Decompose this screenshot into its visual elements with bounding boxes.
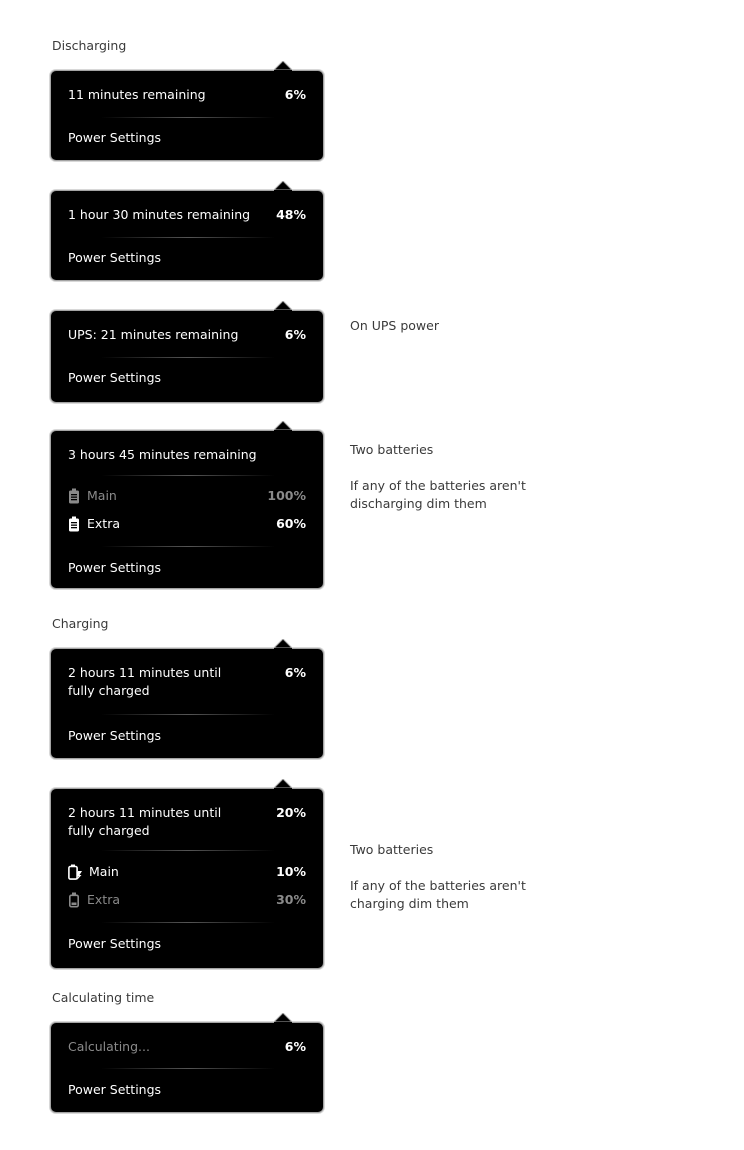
note-two-batteries-discharging: Two batteries If any of the batteries ar… [350,441,550,531]
battery-percent: 48% [276,207,306,222]
separator [101,922,275,923]
popup-arrow [274,421,292,439]
battery-percent: 20% [276,805,306,820]
status-row: UPS: 21 minutes remaining 6% [68,326,306,344]
time-remaining: 11 minutes remaining [68,87,206,102]
battery-full-icon [69,488,79,504]
time-remaining: 1 hour 30 minutes remaining [68,207,251,222]
status-row: 2 hours 11 minutes until fully charged 2… [68,804,306,840]
battery-percent: 60% [276,516,306,531]
note-body: If any of the batteries aren't charging … [350,878,526,911]
status-row: 11 minutes remaining 6% [68,86,306,104]
battery-row-extra: Extra 30% [68,891,306,909]
battery-full-icon [69,516,79,532]
battery-percent: 6% [284,1039,306,1054]
battery-popup: 3 hours 45 minutes remaining Main 100% E… [50,421,324,589]
battery-empty-icon [68,892,79,908]
separator [101,546,275,547]
time-until-charged: 2 hours 11 minutes until fully charged [68,805,222,838]
battery-percent: 10% [276,864,306,879]
popup-arrow [274,779,292,797]
popup-arrow [274,639,292,657]
power-settings-item[interactable]: Power Settings [68,1081,306,1099]
battery-percent: 6% [284,327,306,342]
power-settings-label: Power Settings [68,728,162,743]
power-settings-label: Power Settings [68,560,162,575]
battery-popup: 11 minutes remaining 6% Power Settings [50,61,324,161]
battery-percent: 6% [284,87,306,102]
battery-row-main: Main 100% [68,487,306,505]
power-settings-label: Power Settings [68,130,162,145]
popup-arrow [274,1013,292,1031]
power-settings-item[interactable]: Power Settings [68,935,306,953]
power-settings-item[interactable]: Power Settings [68,369,306,387]
battery-row-main: Main 10% [68,863,306,881]
note-title: Two batteries [350,842,434,857]
battery-name: Extra [87,516,120,531]
battery-name: Main [89,864,119,879]
note-title: Two batteries [350,442,434,457]
power-settings-item[interactable]: Power Settings [68,727,306,745]
popup-arrow [274,301,292,319]
power-settings-label: Power Settings [68,936,162,951]
power-settings-label: Power Settings [68,1082,162,1097]
battery-percent: 6% [284,665,306,680]
power-settings-label: Power Settings [68,370,162,385]
battery-percent: 30% [276,892,306,907]
separator [101,475,275,476]
battery-popup: 1 hour 30 minutes remaining 48% Power Se… [50,181,324,281]
note-body: If any of the batteries aren't dischargi… [350,478,526,511]
separator [101,357,275,358]
power-settings-item[interactable]: Power Settings [68,559,306,577]
battery-name: Main [87,488,117,503]
battery-popup: 2 hours 11 minutes until fully charged 2… [50,779,324,969]
status-row: 2 hours 11 minutes until fully charged 6… [68,664,306,700]
separator [101,850,275,851]
separator [101,117,275,118]
section-discharging-label: Discharging [52,38,127,53]
power-settings-item[interactable]: Power Settings [68,129,306,147]
separator [101,237,275,238]
status-row: Calculating... 6% [68,1038,306,1056]
battery-popup: UPS: 21 minutes remaining 6% Power Setti… [50,301,324,403]
battery-row-extra: Extra 60% [68,515,306,533]
section-calculating-label: Calculating time [52,990,155,1005]
battery-percent: 100% [267,488,306,503]
battery-charging-icon [68,864,82,880]
separator [101,1068,275,1069]
separator [101,714,275,715]
popup-arrow [274,61,292,79]
note-ups: On UPS power [350,317,550,353]
power-settings-item[interactable]: Power Settings [68,249,306,267]
time-until-charged: 2 hours 11 minutes until fully charged [68,665,222,698]
calculating-text: Calculating... [68,1039,150,1054]
battery-name: Extra [87,892,120,907]
power-settings-label: Power Settings [68,250,162,265]
note-two-batteries-charging: Two batteries If any of the batteries ar… [350,841,550,931]
status-row: 1 hour 30 minutes remaining 48% [68,206,306,224]
note-text: On UPS power [350,318,439,333]
popup-arrow [274,181,292,199]
status-row: 3 hours 45 minutes remaining [68,446,306,464]
section-charging-label: Charging [52,616,109,631]
time-remaining: UPS: 21 minutes remaining [68,327,239,342]
battery-popup: Calculating... 6% Power Settings [50,1013,324,1113]
time-remaining: 3 hours 45 minutes remaining [68,447,257,462]
battery-popup: 2 hours 11 minutes until fully charged 6… [50,639,324,759]
